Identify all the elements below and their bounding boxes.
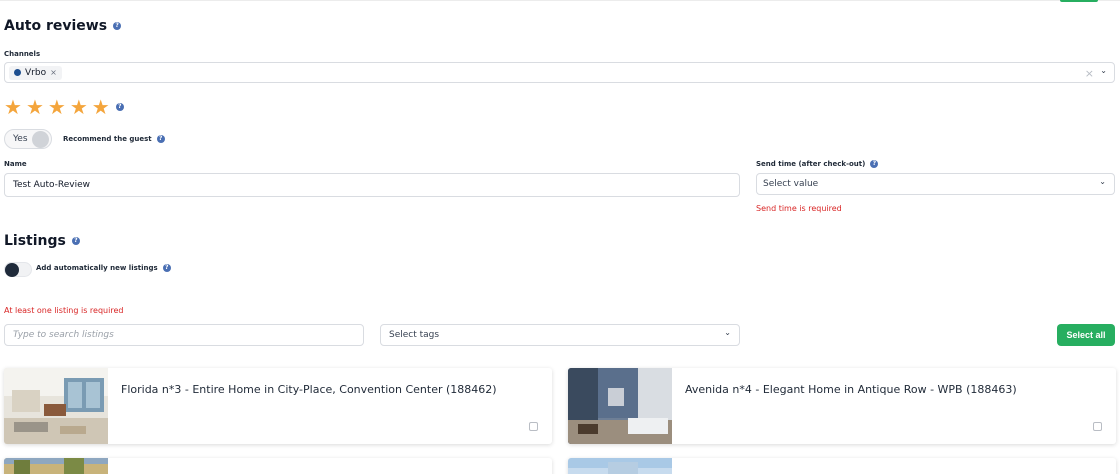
recommend-label: Recommend the guest ?	[63, 135, 165, 143]
send-time-error: Send time is required	[756, 204, 842, 213]
channels-label: Channels	[4, 50, 41, 58]
star-icon[interactable]: ★	[70, 97, 88, 117]
auto-reviews-title: Auto reviews	[4, 18, 108, 34]
listing-checkbox[interactable]	[529, 422, 538, 431]
select-all-button[interactable]: Select all	[1057, 324, 1115, 346]
auto-reviews-heading: Auto reviews ?	[4, 18, 122, 34]
listing-photo	[568, 368, 672, 444]
star-icon[interactable]: ★	[48, 97, 66, 117]
listing-photo	[4, 368, 108, 444]
chevron-down-icon[interactable]: ⌄	[1099, 177, 1106, 186]
listings-error: At least one listing is required	[4, 306, 124, 315]
help-icon[interactable]: ?	[156, 135, 165, 143]
listings-heading: Listings ?	[4, 233, 80, 249]
send-time-label-text: Send time (after check-out)	[756, 160, 866, 168]
star-icon[interactable]: ★	[92, 97, 110, 117]
name-label: Name	[4, 160, 27, 168]
recommend-label-text: Recommend the guest	[63, 135, 152, 143]
send-time-placeholder: Select value	[763, 179, 819, 189]
name-input-value: Test Auto-Review	[13, 180, 91, 190]
search-listings-input[interactable]: Type to search listings	[4, 324, 364, 346]
send-time-label: Send time (after check-out) ?	[756, 160, 879, 168]
auto-add-label: Add automatically new listings ?	[36, 264, 171, 272]
listing-photo	[4, 458, 108, 474]
help-icon[interactable]: ?	[115, 103, 124, 111]
help-icon[interactable]: ?	[870, 160, 879, 168]
top-button-edge[interactable]	[1060, 0, 1098, 2]
listings-title: Listings	[4, 233, 66, 249]
channels-select[interactable]: Vrbo × × ⌄	[4, 62, 1115, 83]
name-input[interactable]: Test Auto-Review	[4, 173, 740, 197]
help-icon[interactable]: ?	[71, 237, 80, 245]
listing-card[interactable]: Avenida n*4 - Elegant Home in Antique Ro…	[568, 368, 1116, 444]
star-icon[interactable]: ★	[4, 97, 22, 117]
help-icon[interactable]: ?	[162, 264, 171, 272]
tags-placeholder: Select tags	[389, 330, 440, 340]
listing-card[interactable]	[4, 458, 552, 474]
listing-card[interactable]	[568, 458, 1116, 474]
listing-checkbox[interactable]	[1093, 422, 1102, 431]
channel-chip-label: Vrbo	[25, 67, 47, 78]
rating-stars[interactable]: ★ ★ ★ ★ ★ ?	[4, 97, 124, 117]
star-icon[interactable]: ★	[26, 97, 44, 117]
listing-card[interactable]: Florida n*3 - Entire Home in City-Place,…	[4, 368, 552, 444]
listing-photo	[568, 458, 672, 474]
vrbo-dot-icon	[14, 69, 21, 76]
toggle-knob	[5, 263, 19, 277]
channel-chip-vrbo: Vrbo ×	[9, 65, 62, 80]
auto-add-label-text: Add automatically new listings	[36, 264, 158, 272]
listing-title: Florida n*3 - Entire Home in City-Place,…	[121, 383, 497, 396]
clear-icon[interactable]: ×	[1085, 67, 1094, 80]
chevron-down-icon[interactable]: ⌄	[724, 328, 731, 337]
chip-remove-icon[interactable]: ×	[50, 68, 57, 77]
top-divider	[0, 0, 1120, 1]
recommend-toggle[interactable]: Yes	[4, 129, 52, 149]
auto-add-toggle[interactable]	[4, 262, 32, 277]
tags-select[interactable]: Select tags ⌄	[380, 324, 740, 346]
search-listings-placeholder: Type to search listings	[13, 330, 114, 340]
listing-title: Avenida n*4 - Elegant Home in Antique Ro…	[685, 383, 1017, 396]
toggle-knob	[32, 131, 49, 148]
chevron-down-icon[interactable]: ⌄	[1100, 66, 1107, 75]
help-icon[interactable]: ?	[113, 22, 122, 30]
recommend-toggle-text: Yes	[13, 134, 28, 144]
send-time-select[interactable]: Select value ⌄	[756, 173, 1115, 195]
